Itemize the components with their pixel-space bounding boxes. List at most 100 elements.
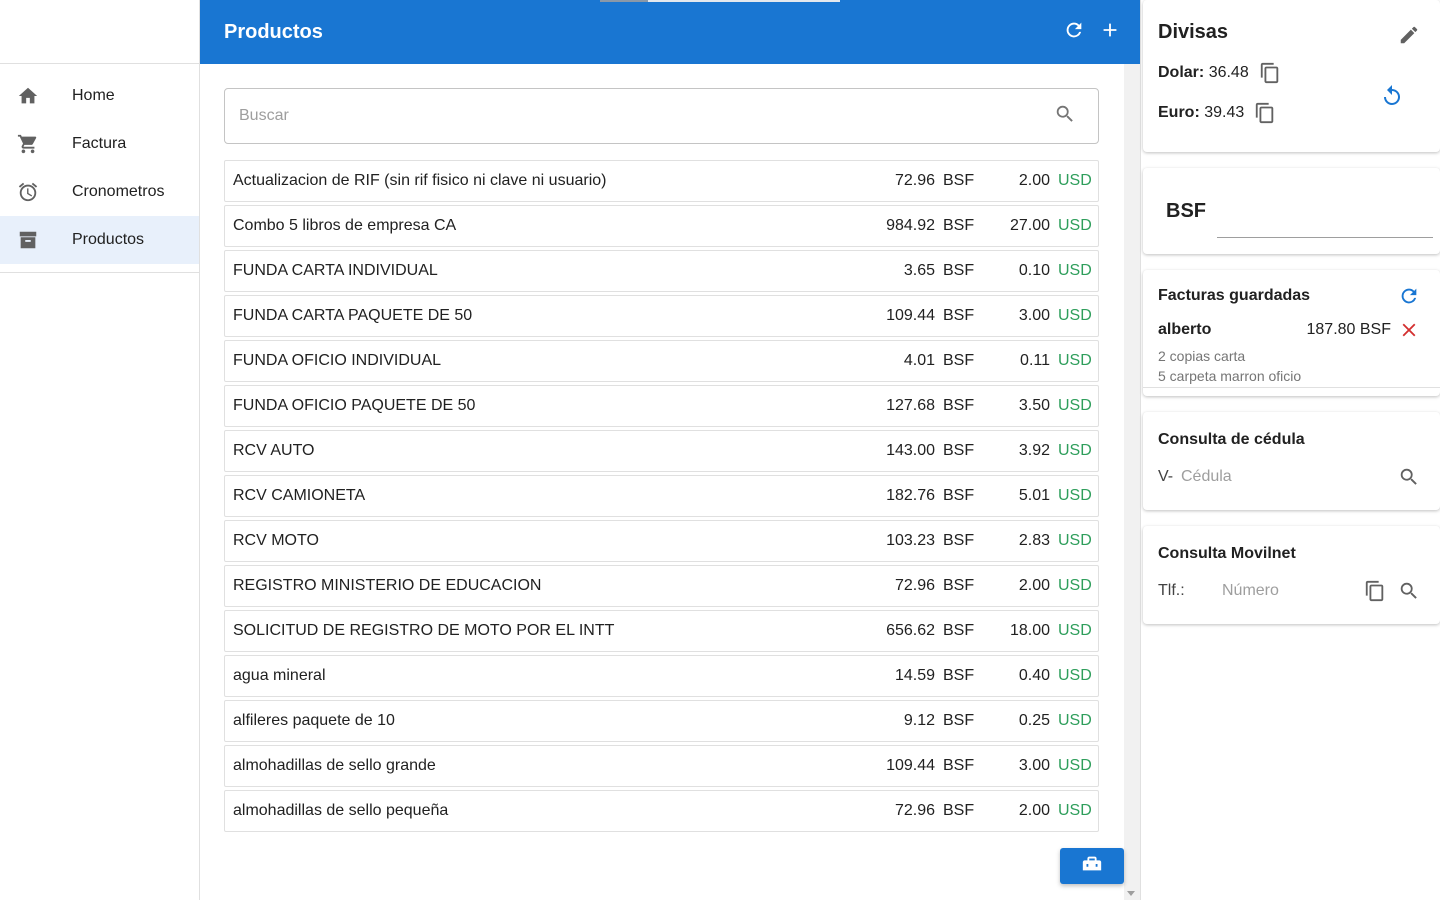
product-list: Actualizacion de RIF (sin rif fisico ni … (224, 160, 1099, 832)
sidebar: Home Factura Cronometros Productos (0, 0, 200, 900)
copy-euro-button[interactable] (1254, 102, 1276, 124)
cedula-search-button[interactable] (1398, 466, 1420, 493)
movilnet-lookup-card: Consulta Movilnet Tlf.: (1143, 526, 1440, 624)
bsf-currency-label: BSF (943, 757, 975, 774)
usd-currency-label: USD (1058, 487, 1092, 504)
product-price-bsf: 109.44 (886, 307, 935, 324)
product-price-usd: 5.01 (1018, 487, 1050, 504)
delete-invoice-button[interactable] (1398, 319, 1420, 346)
reset-rates-button[interactable] (1380, 84, 1404, 113)
movilnet-title: Consulta Movilnet (1158, 545, 1296, 562)
scroll-down-arrow-icon[interactable] (1127, 891, 1135, 896)
product-row[interactable]: FUNDA OFICIO PAQUETE DE 50 127.68 BSF 3.… (224, 385, 1099, 427)
refresh-button[interactable] (1056, 14, 1092, 50)
product-name: REGISTRO MINISTERIO DE EDUCACION (233, 577, 542, 594)
product-price-bsf: 182.76 (886, 487, 935, 504)
bsf-input[interactable] (1217, 237, 1433, 238)
bsf-currency-label: BSF (943, 262, 975, 279)
sidebar-item-productos[interactable]: Productos (0, 216, 199, 264)
refresh-invoices-button[interactable] (1398, 285, 1420, 312)
product-row[interactable]: almohadillas de sello grande 109.44 BSF … (224, 745, 1099, 787)
search-icon[interactable] (1054, 103, 1084, 130)
cedula-input[interactable] (1181, 466, 1381, 488)
bsf-currency-label: BSF (943, 712, 975, 729)
usd-currency-label: USD (1058, 397, 1092, 414)
product-price-usd: 3.00 (1018, 757, 1050, 774)
bsf-label: BSF (1166, 200, 1206, 222)
phone-search-button[interactable] (1398, 580, 1420, 607)
product-row[interactable]: RCV CAMIONETA 182.76 BSF 5.01 USD (224, 475, 1099, 517)
product-name: agua mineral (233, 667, 326, 684)
product-row[interactable]: FUNDA OFICIO INDIVIDUAL 4.01 BSF 0.11 US… (224, 340, 1099, 382)
bsf-currency-label: BSF (943, 217, 975, 234)
product-name: Actualizacion de RIF (sin rif fisico ni … (233, 172, 607, 189)
usd-currency-label: USD (1058, 442, 1092, 459)
refresh-icon (1398, 288, 1420, 311)
plus-icon (1099, 19, 1121, 46)
bsf-currency-label: BSF (943, 622, 975, 639)
phone-input[interactable] (1222, 580, 1362, 602)
product-price-bsf: 656.62 (886, 622, 935, 639)
product-name: almohadillas de sello pequeña (233, 802, 449, 819)
product-price-usd: 18.00 (1009, 622, 1050, 639)
cedula-prefix: V- (1158, 468, 1174, 485)
product-row[interactable]: agua mineral 14.59 BSF 0.40 USD (224, 655, 1099, 697)
product-row[interactable]: almohadillas de sello pequeña 72.96 BSF … (224, 790, 1099, 832)
product-row[interactable]: Combo 5 libros de empresa CA 984.92 BSF … (224, 205, 1099, 247)
product-name: RCV MOTO (233, 532, 319, 549)
product-name: Combo 5 libros de empresa CA (233, 217, 457, 234)
product-price-usd: 27.00 (1009, 217, 1050, 234)
search-icon (1398, 468, 1420, 492)
toolbox-icon (1081, 853, 1103, 880)
product-price-bsf: 127.68 (886, 397, 935, 414)
euro-value: 39.43 (1204, 104, 1245, 121)
bsf-currency-label: BSF (943, 307, 975, 324)
product-row[interactable]: Actualizacion de RIF (sin rif fisico ni … (224, 160, 1099, 202)
edit-rates-button[interactable] (1398, 24, 1420, 51)
page-title: Productos (224, 20, 323, 43)
product-row[interactable]: RCV MOTO 103.23 BSF 2.83 USD (224, 520, 1099, 562)
product-price-bsf: 143.00 (886, 442, 935, 459)
loading-indicator (600, 0, 840, 2)
usd-currency-label: USD (1058, 667, 1092, 684)
close-icon (1398, 323, 1420, 345)
product-row[interactable]: FUNDA CARTA INDIVIDUAL 3.65 BSF 0.10 USD (224, 250, 1099, 292)
app-bar: Productos (200, 0, 1140, 64)
bsf-currency-label: BSF (943, 352, 975, 369)
usd-currency-label: USD (1058, 802, 1092, 819)
bsf-currency-label: BSF (943, 577, 975, 594)
pencil-icon (1398, 26, 1420, 50)
add-product-button[interactable] (1092, 14, 1128, 50)
product-price-bsf: 3.65 (903, 262, 935, 279)
product-row[interactable]: RCV AUTO 143.00 BSF 3.92 USD (224, 430, 1099, 472)
product-name: RCV AUTO (233, 442, 315, 459)
usd-currency-label: USD (1058, 532, 1092, 549)
product-price-usd: 3.00 (1018, 307, 1050, 324)
sidebar-header (0, 0, 199, 64)
product-price-usd: 0.10 (1018, 262, 1050, 279)
invoice-customer-name[interactable]: alberto (1158, 321, 1211, 339)
search-input[interactable] (239, 107, 1054, 125)
product-price-bsf: 72.96 (894, 577, 935, 594)
product-price-usd: 2.00 (1018, 577, 1050, 594)
product-row[interactable]: FUNDA CARTA PAQUETE DE 50 109.44 BSF 3.0… (224, 295, 1099, 337)
sidebar-item-home[interactable]: Home (0, 72, 199, 120)
product-name: FUNDA CARTA INDIVIDUAL (233, 262, 438, 279)
euro-rate: Euro: 39.43 (1158, 102, 1276, 124)
euro-label: Euro: (1158, 104, 1200, 121)
sidebar-item-factura[interactable]: Factura (0, 120, 199, 168)
alarm-icon (16, 180, 40, 204)
toolbox-button[interactable] (1060, 848, 1124, 884)
usd-currency-label: USD (1058, 172, 1092, 189)
product-name: FUNDA CARTA PAQUETE DE 50 (233, 307, 473, 324)
scrollbar[interactable] (1124, 64, 1140, 900)
copy-dolar-button[interactable] (1259, 62, 1281, 84)
product-row[interactable]: alfileres paquete de 10 9.12 BSF 0.25 US… (224, 700, 1099, 742)
copy-icon (1259, 62, 1281, 88)
saved-invoices-title: Facturas guardadas (1158, 287, 1311, 304)
copy-phone-button[interactable] (1364, 580, 1386, 607)
product-row[interactable]: SOLICITUD DE REGISTRO DE MOTO POR EL INT… (224, 610, 1099, 652)
sidebar-item-cronometros[interactable]: Cronometros (0, 168, 199, 216)
product-row[interactable]: REGISTRO MINISTERIO DE EDUCACION 72.96 B… (224, 565, 1099, 607)
bsf-currency-label: BSF (943, 172, 975, 189)
